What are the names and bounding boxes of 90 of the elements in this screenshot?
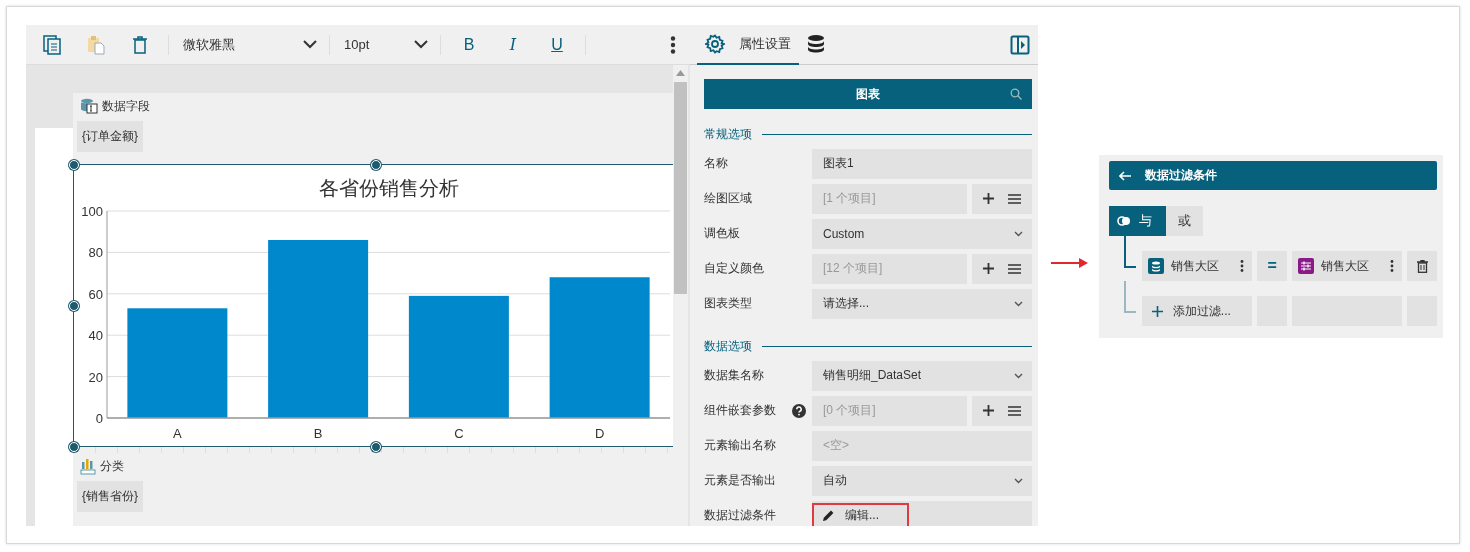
axis-label: 40 — [88, 328, 103, 344]
search-icon[interactable] — [1010, 88, 1022, 100]
resize-handle[interactable] — [69, 160, 79, 170]
add-filter-button[interactable]: 添加过滤... — [1141, 296, 1253, 326]
section-title: 常规选项 — [704, 125, 752, 143]
menu-icon[interactable] — [1008, 193, 1021, 204]
select-field[interactable]: 请选择... — [812, 288, 1032, 319]
add-icon[interactable] — [983, 263, 994, 274]
category-icon — [80, 457, 96, 475]
axis-label: 20 — [88, 369, 103, 385]
trash-icon — [132, 34, 148, 55]
menu-icon[interactable] — [1008, 405, 1021, 416]
add-icon[interactable] — [983, 193, 994, 204]
axis-label: 60 — [88, 286, 103, 302]
logic-toggle[interactable]: 或 — [1166, 206, 1203, 236]
font-size-select[interactable]: 10pt — [336, 29, 434, 60]
property-label: 自定义颜色 — [704, 260, 764, 277]
settings-icon — [705, 33, 725, 54]
pencil-icon — [822, 509, 835, 522]
chevron-down-icon — [414, 40, 428, 49]
select-field[interactable]: 自动 — [812, 465, 1032, 496]
resize-handle[interactable] — [69, 442, 79, 452]
scrollbar[interactable] — [673, 65, 688, 526]
tab[interactable]: 属性设置 — [697, 25, 799, 65]
axis-label: C — [454, 426, 464, 441]
help-icon[interactable] — [792, 403, 806, 418]
select-field[interactable]: Custom — [812, 218, 1032, 249]
field-chip[interactable]: {订单金额} — [77, 121, 143, 152]
text-field[interactable]: 图表1 — [812, 148, 1032, 179]
bold-button[interactable]: B — [447, 29, 491, 60]
copy-icon — [43, 34, 61, 55]
property-label: 图表类型 — [704, 295, 752, 312]
paste-icon — [87, 34, 105, 55]
add-icon — [1151, 305, 1163, 317]
delete-button[interactable] — [1407, 251, 1437, 281]
property-label: 元素是否输出 — [704, 472, 776, 489]
font-select[interactable]: 微软雅黑 — [175, 29, 323, 60]
scroll-thumb[interactable] — [674, 82, 687, 294]
property-label: 绘图区域 — [704, 190, 752, 207]
underline-button[interactable]: U — [535, 29, 579, 60]
sliders-icon — [1297, 258, 1314, 274]
tree-line — [1124, 236, 1136, 268]
element-header[interactable]: 图表 — [704, 79, 1032, 109]
data-field-icon — [80, 98, 98, 114]
axis-label: 100 — [81, 204, 103, 219]
axis-label: 0 — [95, 411, 103, 426]
chevron-down-icon — [1014, 372, 1023, 379]
intersect-icon — [1117, 216, 1131, 226]
parameter-chip[interactable]: 销售大区 — [1291, 251, 1403, 281]
axis-label: A — [173, 426, 182, 441]
more-icon[interactable] — [670, 35, 676, 54]
field-chip[interactable]: 销售大区 — [1141, 251, 1253, 281]
field-chip[interactable]: {销售省份} — [77, 481, 143, 512]
database-icon — [807, 33, 825, 54]
property-label: 数据过滤条件 — [704, 507, 776, 524]
edit-button[interactable]: 编辑... — [812, 502, 909, 526]
resize-handle[interactable] — [69, 301, 79, 311]
resize-handle[interactable] — [371, 160, 381, 170]
zone-title: 数据字段 — [102, 97, 150, 115]
property-label: 组件嵌套参数 — [704, 402, 776, 419]
zone-title: 分类 — [100, 457, 124, 475]
back-arrow-icon[interactable] — [1119, 170, 1131, 181]
arrow — [1051, 257, 1089, 269]
collapse-panel-icon[interactable] — [1010, 34, 1030, 55]
chart-title: 各省份销售分析 — [318, 177, 459, 199]
select-field[interactable]: 销售明细_DataSet — [812, 360, 1032, 391]
property-label: 名称 — [704, 155, 728, 172]
more-icon[interactable] — [1240, 260, 1245, 272]
axis-label: D — [594, 426, 605, 441]
database-icon — [1147, 258, 1164, 274]
resize-handle[interactable] — [371, 442, 381, 452]
axis-label: B — [313, 426, 323, 441]
tree-line — [1124, 281, 1136, 313]
add-icon[interactable] — [983, 405, 994, 416]
section-title: 数据选项 — [704, 337, 752, 355]
axis-label: 80 — [88, 245, 103, 261]
menu-icon[interactable] — [1008, 263, 1021, 274]
logic-toggle[interactable]: 与 — [1109, 206, 1166, 236]
operator-button[interactable]: = — [1257, 251, 1287, 281]
chevron-down-icon — [303, 40, 317, 49]
chevron-down-icon — [1014, 300, 1023, 307]
italic-button[interactable]: I — [491, 29, 535, 60]
property-label: 数据集名称 — [704, 367, 764, 384]
more-icon[interactable] — [1390, 260, 1395, 272]
chevron-down-icon — [1014, 477, 1023, 484]
trash-icon — [1416, 259, 1428, 273]
property-label: 元素输出名称 — [704, 437, 776, 454]
property-label: 调色板 — [704, 225, 740, 242]
chevron-down-icon — [1014, 230, 1023, 237]
filter-title: 数据过滤条件 — [1145, 167, 1217, 184]
